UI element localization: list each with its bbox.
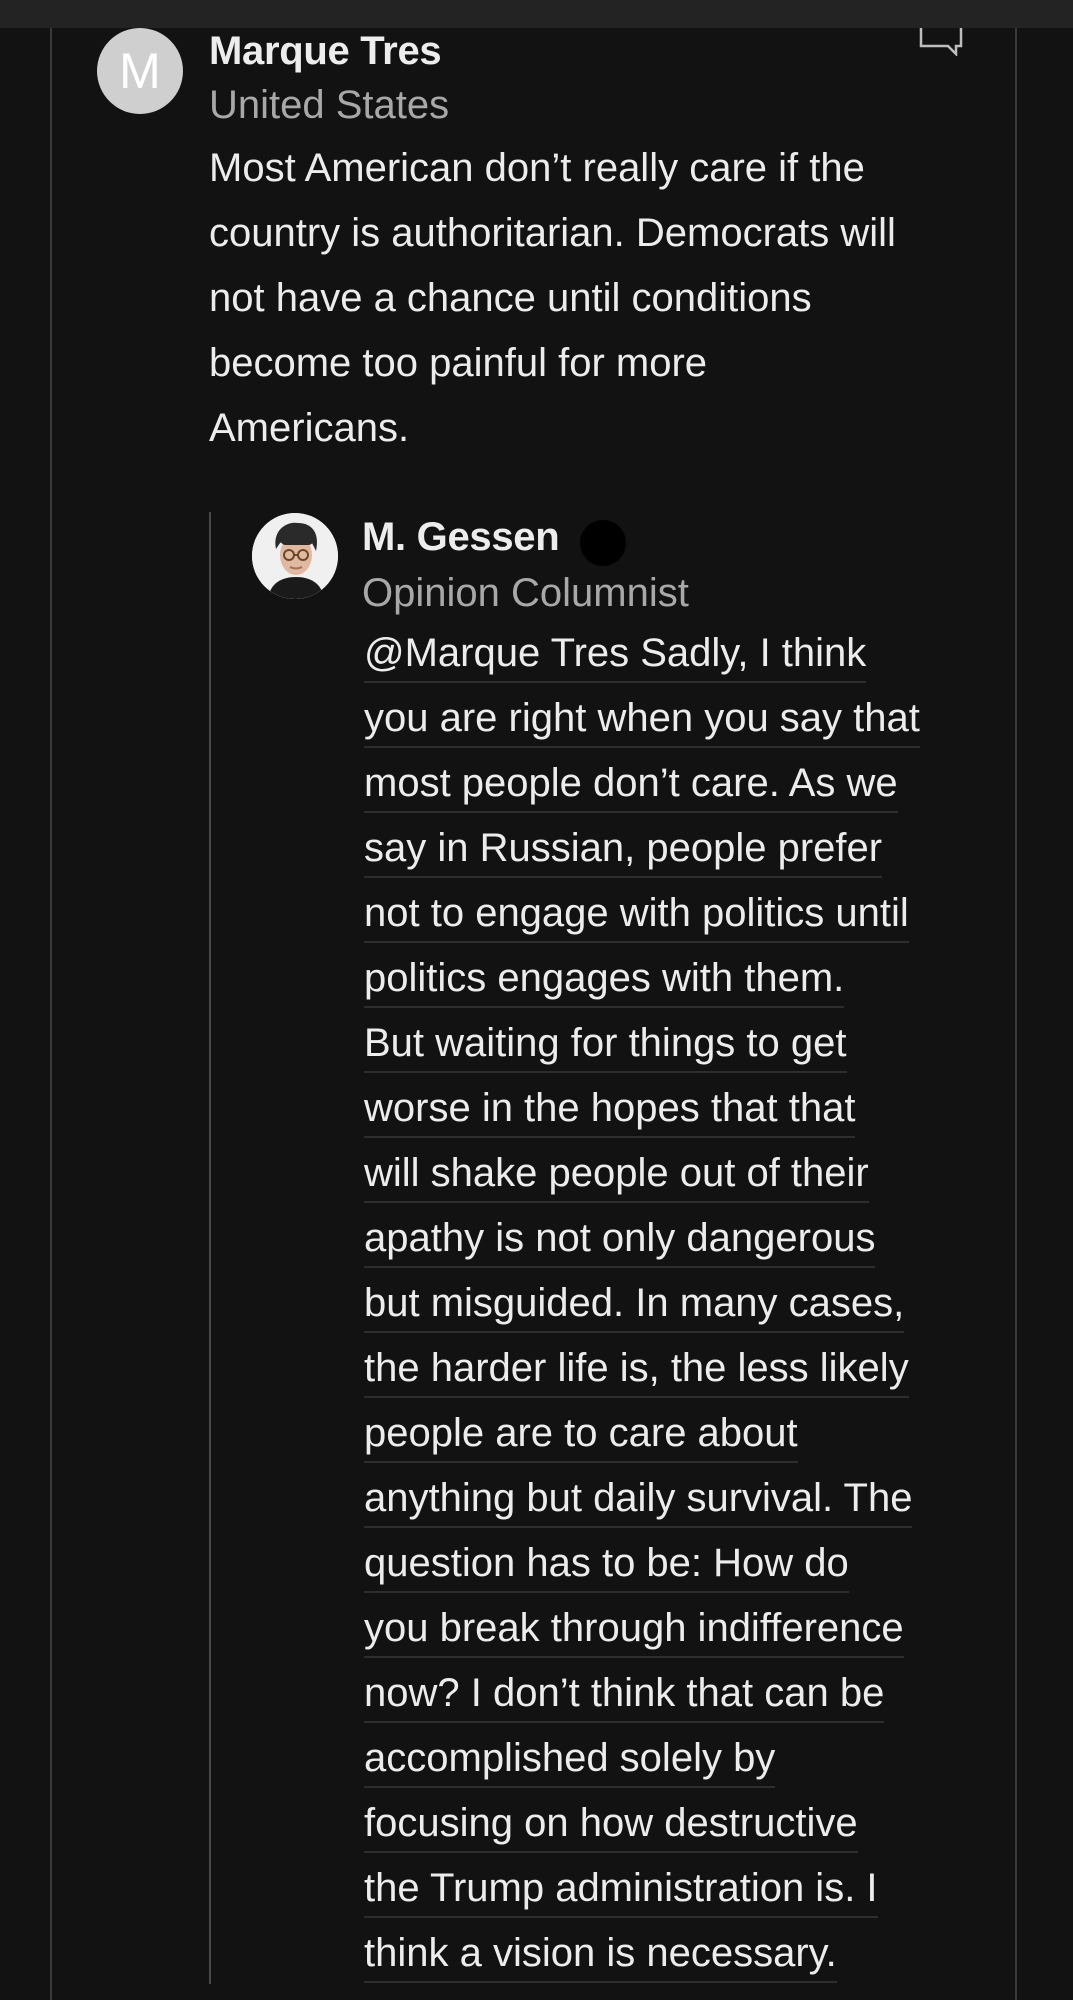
comment-line: not have a chance until conditions	[209, 276, 812, 320]
reply-line: question has to be: How do	[364, 1531, 1014, 1596]
reply-author-role: Opinion Columnist	[362, 571, 689, 615]
reply-line: not to engage with politics until	[364, 881, 1014, 946]
reply-line-text: focusing on how destructive	[364, 1801, 858, 1853]
reply-line-text: will shake people out of their	[364, 1151, 869, 1203]
avatar[interactable]: M	[97, 28, 183, 114]
reply-line-text: accomplished solely by	[364, 1736, 776, 1788]
comment-line: country is authoritarian. Democrats will	[209, 211, 896, 255]
reply-line: but misguided. In many cases,	[364, 1271, 1014, 1336]
reply-author-name[interactable]: M. Gessen	[362, 514, 560, 560]
top-bar	[0, 0, 1073, 28]
reply-line-text: you break through indifference	[364, 1606, 904, 1658]
reply-line-text: the Trump administration is. I	[364, 1866, 878, 1918]
comment-body: Most American don’t really care if the c…	[209, 136, 999, 461]
reply-line: the harder life is, the less likely	[364, 1336, 1014, 1401]
reply-line: now? I don’t think that can be	[364, 1661, 1014, 1726]
reply-line: the Trump administration is. I	[364, 1856, 1014, 1921]
reply-thread-line	[209, 512, 211, 1984]
reply-line: you are right when you say that	[364, 686, 1014, 751]
comment-line: become too painful for more	[209, 341, 708, 385]
reply-line: will shake people out of their	[364, 1141, 1014, 1206]
card-left-border	[50, 28, 52, 2000]
reply-line-text: apathy is not only dangerous	[364, 1216, 876, 1268]
reply-line-text: @Marque Tres Sadly, I think	[364, 631, 867, 683]
reply-line: people are to care about	[364, 1401, 1014, 1466]
reply-line-text: worse in the hopes that that	[364, 1086, 856, 1138]
columnist-avatar[interactable]	[252, 513, 338, 599]
reply-line: say in Russian, people prefer	[364, 816, 1014, 881]
person-portrait-icon	[252, 513, 338, 599]
reply-line: most people don’t care. As we	[364, 751, 1014, 816]
reply-line-text: anything but daily survival. The	[364, 1476, 913, 1528]
reply-line-text: most people don’t care. As we	[364, 761, 898, 813]
reply-line: @Marque Tres Sadly, I think	[364, 621, 1014, 686]
reply-line: worse in the hopes that that	[364, 1076, 1014, 1141]
reply-line: focusing on how destructive	[364, 1791, 1014, 1856]
reply-line: think a vision is necessary.	[364, 1921, 1014, 1986]
reply-line-text: but misguided. In many cases,	[364, 1281, 905, 1333]
card-right-border	[1015, 28, 1017, 2000]
reply-line: anything but daily survival. The	[364, 1466, 1014, 1531]
reply-line-text: the harder life is, the less likely	[364, 1346, 909, 1398]
comment-author-name[interactable]: Marque Tres	[209, 28, 442, 74]
reply-line-text: now? I don’t think that can be	[364, 1671, 885, 1723]
comment-line: Most American don’t really care if the	[209, 146, 865, 190]
reply-line-text: people are to care about	[364, 1411, 798, 1463]
reply-line-text: you are right when you say that	[364, 696, 920, 748]
verified-badge-icon	[580, 520, 626, 566]
reply-line: apathy is not only dangerous	[364, 1206, 1014, 1271]
reply-body: @Marque Tres Sadly, I think you are righ…	[364, 621, 1014, 1986]
reply-line-text: not to engage with politics until	[364, 891, 909, 943]
comment-line: Americans.	[209, 406, 410, 450]
reply-line-text: question has to be: How do	[364, 1541, 849, 1593]
reply-line-text: politics engages with them.	[364, 956, 845, 1008]
comment-author-location: United States	[209, 83, 450, 127]
reply-line: accomplished solely by	[364, 1726, 1014, 1791]
reply-line-text: But waiting for things to get	[364, 1021, 847, 1073]
reply-line: politics engages with them.	[364, 946, 1014, 1011]
reply-line-text: say in Russian, people prefer	[364, 826, 883, 878]
reply-line: But waiting for things to get	[364, 1011, 1014, 1076]
reply-flag-icon[interactable]	[918, 28, 964, 56]
reply-line-text: think a vision is necessary.	[364, 1931, 837, 1983]
reply-line: you break through indifference	[364, 1596, 1014, 1661]
